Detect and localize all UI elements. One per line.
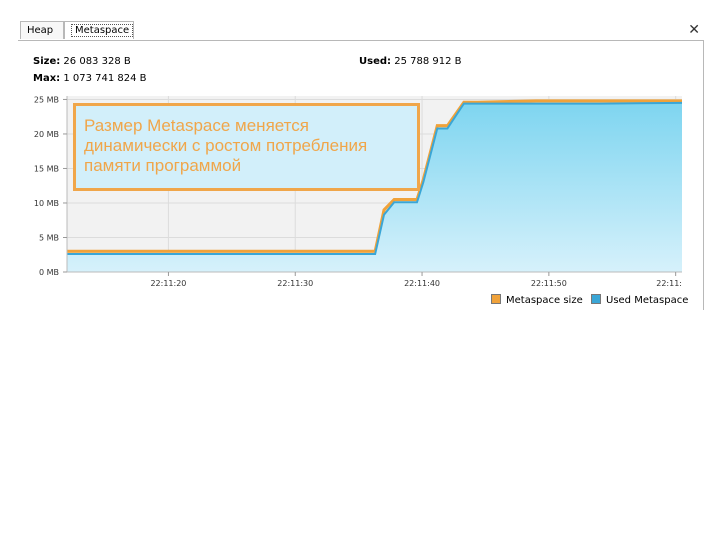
y-axis: 0 MB 5 MB 10 MB 15 MB 20 MB 25 MB	[34, 95, 68, 277]
y-tick-label: 10 MB	[34, 199, 59, 208]
x-tick-label: 22:11:50	[531, 279, 567, 288]
legend-item-used-metaspace: Used Metaspace	[591, 294, 688, 306]
x-tick-label: 22:11:30	[277, 279, 313, 288]
x-tick-label: 22:11:20	[150, 279, 186, 288]
y-tick-label: 15 MB	[34, 164, 59, 173]
x-tick-label: 22:11:40	[404, 279, 440, 288]
legend-item-metaspace-size: Metaspace size	[491, 294, 583, 306]
y-tick-label: 0 MB	[39, 268, 59, 277]
y-tick-label: 20 MB	[34, 130, 59, 139]
callout-annotation: Размер Metaspace меняется динамически с …	[73, 103, 420, 191]
x-axis: 22:11:20 22:11:30 22:11:40 22:11:50 22:11:	[67, 271, 682, 288]
x-tick-label: 22:11:	[656, 279, 682, 288]
legend-swatch-used-metaspace	[591, 294, 601, 304]
y-tick-label: 5 MB	[39, 233, 59, 242]
legend-label-metaspace-size: Metaspace size	[506, 295, 583, 306]
y-tick-label: 25 MB	[34, 95, 59, 104]
legend-swatch-metaspace-size	[491, 294, 501, 304]
legend-label-used-metaspace: Used Metaspace	[606, 295, 689, 306]
